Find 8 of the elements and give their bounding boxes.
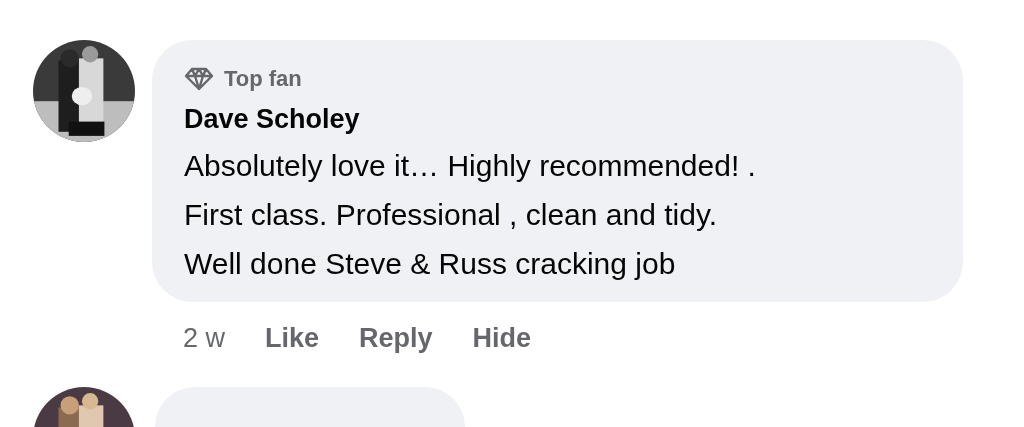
action-link[interactable]: Hide [472, 318, 532, 359]
action-link[interactable]: Reply [359, 318, 433, 359]
badge-label: Top fan [224, 65, 302, 93]
diamond-icon [184, 66, 214, 91]
timestamp: 2 w [183, 322, 226, 355]
action-link[interactable]: Like [265, 318, 320, 359]
comment-text: Absolutely love it… Highly recommended! . First class. Professional , clean and tidy. Well done Steve & Russ cracking job [184, 148, 757, 282]
author-name[interactable]: Dave Scholey [184, 101, 939, 137]
